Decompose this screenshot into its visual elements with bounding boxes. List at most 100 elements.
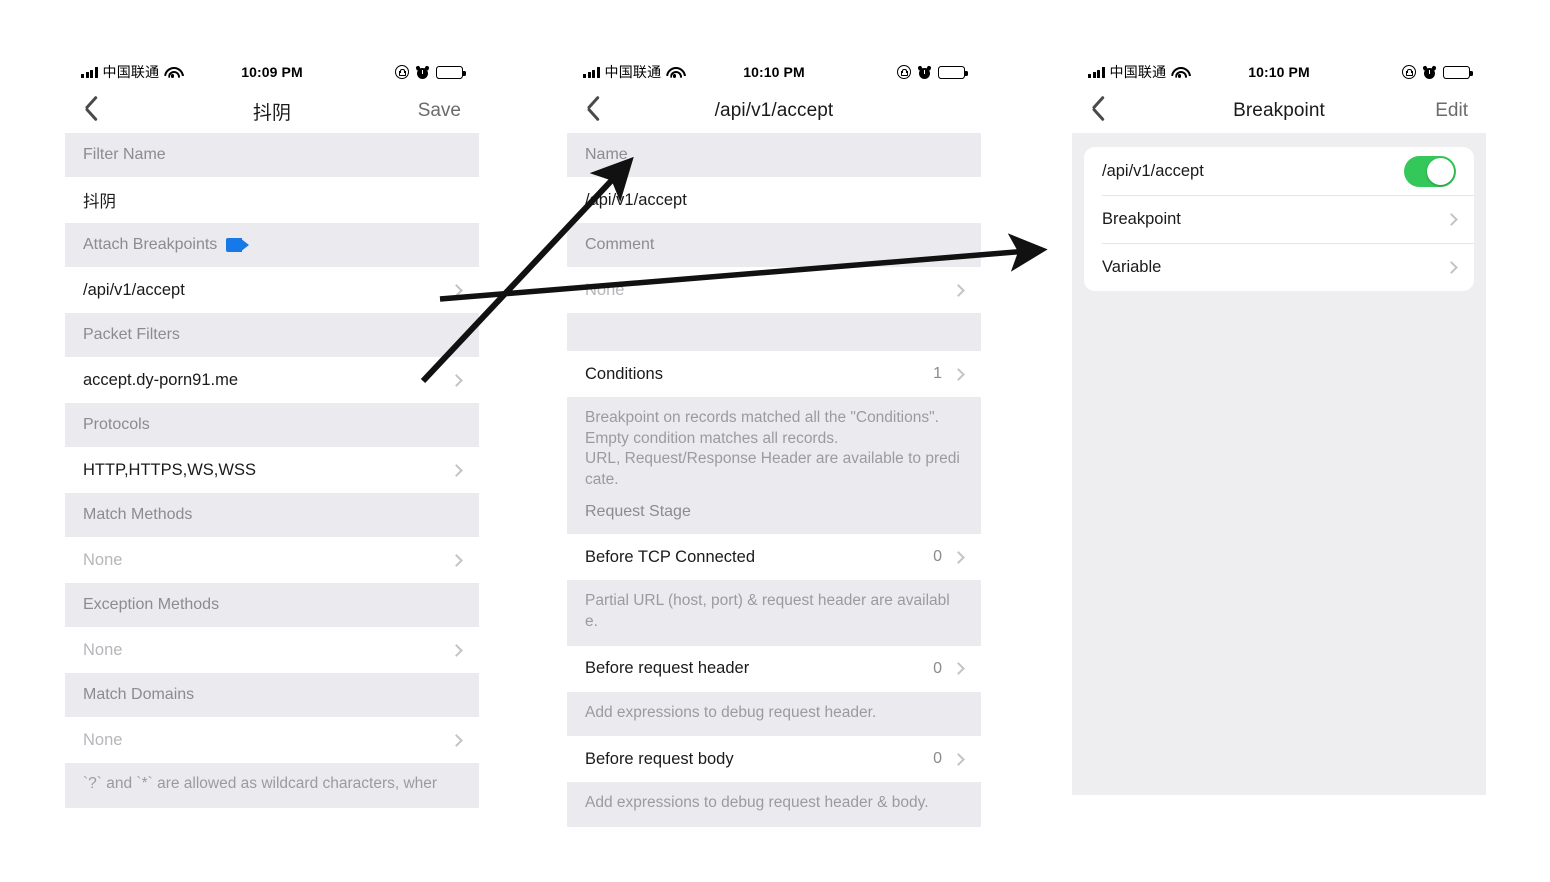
group-header-label: Protocols: [83, 416, 150, 433]
chevron-right-icon: [1445, 212, 1458, 226]
before-tcp-note: Partial URL (host, port) & request heade…: [567, 580, 981, 646]
phone-panel-breakpoint-detail: 中国联通 10:10 PM /api/v1/accept Name /api/v…: [567, 55, 981, 827]
chevron-right-icon: [450, 643, 463, 657]
list-item[interactable]: None: [65, 717, 479, 763]
list-item[interactable]: accept.dy-porn91.me: [65, 357, 479, 403]
battery-icon: [938, 65, 968, 79]
phone-panel-filter-detail: 中国联通 10:09 PM 抖阴 Save Filter Name 抖阴 Att…: [65, 55, 479, 808]
chevron-right-icon: [952, 551, 965, 564]
breakpoint-card: /api/v1/accept Breakpoint Variable: [1084, 147, 1474, 291]
group-header-label: Filter Name: [83, 146, 166, 163]
settings-list: Filter Name 抖阴 Attach Breakpoints /api/v…: [65, 133, 479, 808]
group-header-label: Exception Methods: [83, 596, 220, 613]
list-item-breakpoint[interactable]: Breakpoint: [1084, 195, 1474, 243]
phone-panel-breakpoint-list: 中国联通 10:10 PM Breakpoint Edit /api/v1/ac…: [1072, 55, 1486, 795]
list-item-value: 1: [933, 365, 942, 382]
status-bar: 中国联通 10:10 PM: [567, 55, 981, 89]
before-request-header-note: Add expressions to debug request header.: [567, 691, 981, 737]
rotation-lock-icon: [1402, 65, 1416, 79]
group-header: Match Methods: [65, 493, 479, 537]
name-field[interactable]: /api/v1/accept: [567, 177, 981, 223]
rotation-lock-icon: [395, 65, 409, 79]
list-item-label: /api/v1/accept: [83, 280, 185, 299]
conditions-note: Breakpoint on records matched all the "C…: [567, 397, 981, 504]
toggle-knob: [1427, 157, 1454, 185]
footer-note: `?` and `*` are allowed as wildcard char…: [65, 763, 479, 808]
list-item[interactable]: 抖阴: [65, 177, 479, 223]
list-item[interactable]: None: [65, 627, 479, 673]
breakpoint-enable-toggle[interactable]: [1404, 155, 1456, 187]
list-item-label: Before request body: [585, 749, 734, 768]
list-item[interactable]: /api/v1/accept: [65, 267, 479, 313]
page-title: /api/v1/accept: [714, 100, 834, 121]
edit-button[interactable]: Edit: [1435, 100, 1468, 122]
chevron-right-icon: [450, 733, 463, 747]
group-header: Match Domains: [65, 673, 479, 717]
list-item-before-tcp-connected[interactable]: Before TCP Connected 0: [567, 534, 981, 581]
group-header-request-stage: Request Stage: [567, 490, 981, 535]
page-title: Breakpoint: [1233, 100, 1325, 121]
list-item-label: Conditions: [585, 364, 663, 383]
list-item-before-request-header[interactable]: Before request header 0: [567, 645, 981, 692]
nav-bar: 抖阴 Save: [65, 89, 479, 133]
nav-bar: Breakpoint Edit: [1072, 89, 1486, 133]
nav-bar: /api/v1/accept: [567, 89, 981, 133]
status-bar: 中国联通 10:09 PM: [65, 55, 479, 89]
group-header-label: Request Stage: [585, 503, 691, 521]
settings-list: Name /api/v1/accept Comment None Conditi…: [567, 133, 981, 827]
chevron-right-icon: [952, 367, 965, 381]
list-item-conditions[interactable]: Conditions 1: [567, 351, 981, 397]
group-header-label: Attach Breakpoints: [83, 236, 218, 253]
list-item[interactable]: HTTP,HTTPS,WS,WSS: [65, 447, 479, 493]
status-bar: 中国联通 10:10 PM: [1072, 55, 1486, 89]
screenshot-stage: 中国联通 10:09 PM 抖阴 Save Filter Name 抖阴 Att…: [0, 0, 1550, 882]
battery-icon: [1443, 65, 1473, 79]
alarm-clock-icon: [415, 64, 430, 79]
list-item-label: accept.dy-porn91.me: [83, 370, 239, 389]
group-header: Packet Filters: [65, 313, 479, 357]
chevron-right-icon: [952, 662, 965, 676]
chevron-right-icon: [952, 283, 965, 297]
group-header-comment: Comment: [567, 223, 981, 267]
chevron-right-icon: [450, 553, 463, 567]
alarm-clock-icon: [917, 64, 932, 79]
group-header-label: Name: [585, 146, 628, 163]
group-header: Filter Name: [65, 133, 479, 177]
list-item-label: Before request header: [585, 659, 750, 678]
group-header-label: Match Domains: [83, 686, 195, 703]
list-item-value: 0: [933, 548, 942, 566]
list-item-label: None: [83, 550, 123, 569]
comment-field[interactable]: None: [567, 267, 981, 313]
chevron-right-icon: [1445, 260, 1458, 274]
comment-field-value: None: [585, 280, 625, 299]
list-item-label: None: [83, 730, 123, 749]
chevron-right-icon: [952, 752, 965, 766]
chevron-right-icon: [450, 283, 463, 297]
group-header-label: Match Methods: [83, 506, 193, 523]
list-item-label: 抖阴: [83, 193, 116, 211]
list-item-label: Variable: [1102, 257, 1162, 276]
list-item[interactable]: None: [65, 537, 479, 583]
group-header-name: Name: [567, 133, 981, 177]
group-header-attach-breakpoints: Attach Breakpoints: [65, 223, 479, 267]
breakpoint-item-label: /api/v1/accept: [1102, 161, 1204, 180]
chevron-right-icon: [450, 463, 463, 477]
group-header-label: Comment: [585, 236, 655, 253]
rotation-lock-icon: [897, 65, 911, 79]
save-button[interactable]: Save: [418, 100, 461, 122]
alarm-clock-icon: [1422, 64, 1437, 79]
group-header-label: Packet Filters: [83, 326, 180, 343]
list-item-label: None: [83, 640, 123, 659]
group-header: Protocols: [65, 403, 479, 447]
breakpoint-flag-icon: [226, 238, 250, 252]
list-item-variable[interactable]: Variable: [1084, 243, 1474, 291]
list-item-label: Before TCP Connected: [585, 547, 755, 566]
chevron-right-icon: [450, 373, 463, 387]
group-header: Exception Methods: [65, 583, 479, 627]
list-item-before-request-body[interactable]: Before request body 0: [567, 736, 981, 783]
breakpoint-item-row[interactable]: /api/v1/accept: [1084, 147, 1474, 195]
list-item-label: HTTP,HTTPS,WS,WSS: [83, 460, 256, 479]
list-item-label: Breakpoint: [1102, 209, 1181, 228]
list-item-value: 0: [933, 659, 942, 677]
before-request-body-note: Add expressions to debug request header …: [567, 782, 981, 827]
